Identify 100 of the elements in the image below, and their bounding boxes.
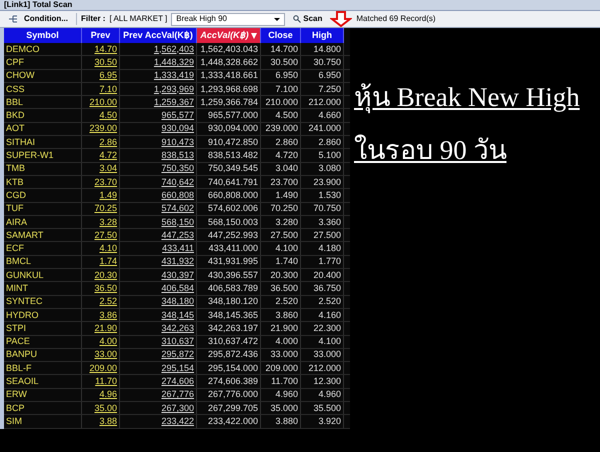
prev-accval-link[interactable]: 965,577: [161, 111, 194, 120]
column-header[interactable]: Close: [261, 28, 301, 43]
prev-link[interactable]: 3.86: [99, 310, 117, 320]
prev-accval-link[interactable]: 274,606: [161, 377, 194, 386]
prev-link[interactable]: 210.00: [89, 98, 117, 107]
prev-link[interactable]: 35.00: [94, 404, 117, 413]
prev-accval-link[interactable]: 740,642: [161, 178, 194, 187]
prev-link[interactable]: 239.00: [89, 124, 117, 134]
prev-accval-link[interactable]: 1,293,969: [154, 84, 194, 94]
high-cell: 2.860: [318, 138, 341, 147]
high-cell: 4.660: [318, 111, 341, 120]
arrow-down-icon: [330, 11, 352, 27]
prev-accval-link[interactable]: 406,584: [161, 284, 194, 293]
prev-accval-link[interactable]: 1,448,329: [154, 58, 194, 67]
high-cell: 6.950: [318, 71, 341, 80]
high-cell: 4.100: [318, 337, 341, 346]
symbol-cell: CGD: [6, 190, 26, 200]
prev-accval-link[interactable]: 310,637: [161, 337, 194, 346]
window-title: [Link1] Total Scan: [4, 1, 72, 9]
prev-link[interactable]: 20.30: [94, 270, 117, 280]
prev-accval-link[interactable]: 233,422: [161, 416, 194, 426]
symbol-cell: BCP: [6, 404, 25, 413]
prev-accval-link[interactable]: 430,397: [161, 270, 194, 280]
column-header[interactable]: High: [301, 28, 344, 43]
symbol-cell: AIRA: [6, 218, 28, 226]
high-cell: 22.300: [313, 324, 341, 333]
prev-link[interactable]: 3.28: [99, 218, 117, 226]
prev-accval-link[interactable]: 568,150: [161, 218, 194, 226]
accval-cell: 574,602.006: [208, 204, 258, 214]
close-cell: 1.740: [275, 257, 298, 266]
accval-cell: 295,872.436: [208, 350, 258, 360]
prev-link[interactable]: 4.00: [99, 337, 117, 346]
prev-accval-link[interactable]: 348,180: [161, 297, 194, 306]
high-cell: 241.000: [308, 124, 341, 134]
prev-accval-link[interactable]: 431,932: [161, 257, 194, 266]
prev-link[interactable]: 4.10: [99, 244, 117, 254]
prev-accval-link[interactable]: 342,263: [161, 324, 194, 333]
prev-link[interactable]: 1.74: [99, 257, 117, 266]
accval-cell: 310,637.472: [208, 337, 258, 346]
prev-link[interactable]: 36.50: [94, 284, 117, 293]
symbol-cell: SIM: [6, 416, 22, 426]
prev-link[interactable]: 14.70: [94, 44, 117, 54]
prev-link[interactable]: 70.25: [94, 204, 117, 214]
prev-accval-link[interactable]: 1,333,419: [154, 71, 194, 80]
accval-cell: 660,808.000: [208, 190, 258, 200]
column-header[interactable]: Symbol: [4, 28, 82, 43]
prev-accval-link[interactable]: 447,253: [161, 230, 194, 240]
column-header[interactable]: Prev AccVal(K฿): [120, 28, 197, 43]
prev-accval-link[interactable]: 574,602: [161, 204, 194, 214]
prev-accval-link[interactable]: 910,473: [161, 138, 194, 147]
column-header[interactable]: AccVal(K฿): [197, 28, 261, 43]
close-cell: 4.960: [275, 390, 298, 400]
prev-link[interactable]: 27.50: [94, 230, 117, 240]
prev-link[interactable]: 3.88: [99, 416, 117, 426]
prev-link[interactable]: 3.04: [99, 164, 117, 174]
high-cell: 30.750: [313, 58, 341, 67]
prev-link[interactable]: 4.96: [99, 390, 117, 400]
prev-link[interactable]: 2.86: [99, 138, 117, 147]
prev-link[interactable]: 21.90: [94, 324, 117, 333]
scan-type-dropdown[interactable]: Break High 90: [171, 12, 286, 26]
prev-link[interactable]: 1.49: [99, 190, 117, 200]
close-cell: 14.700: [270, 44, 298, 54]
prev-accval-link[interactable]: 295,872: [161, 350, 194, 360]
close-cell: 210.000: [265, 98, 298, 107]
prev-accval-link[interactable]: 660,808: [161, 190, 194, 200]
prev-accval-link[interactable]: 1,259,367: [154, 98, 194, 107]
prev-link[interactable]: 4.72: [99, 151, 117, 160]
condition-button[interactable]: Condition...: [4, 12, 72, 26]
prev-accval-link[interactable]: 838,513: [161, 151, 194, 160]
prev-accval-link[interactable]: 348,145: [161, 310, 194, 320]
market-filter: [ ALL MARKET ]: [109, 13, 168, 25]
column-header[interactable]: Prev: [82, 28, 120, 43]
prev-link[interactable]: 2.52: [99, 297, 117, 306]
prev-accval-link[interactable]: 1,562,403: [154, 44, 194, 54]
prev-accval-link[interactable]: 295,154: [161, 364, 194, 373]
accval-cell: 965,577.000: [208, 111, 258, 120]
caption-text: ในรอบ 90 วัน: [354, 137, 508, 164]
close-cell: 21.900: [270, 324, 298, 333]
prev-link[interactable]: 30.50: [94, 58, 117, 67]
prev-accval-link[interactable]: 930,094: [161, 124, 194, 134]
prev-accval-link[interactable]: 267,300: [161, 404, 194, 413]
prev-link[interactable]: 7.10: [99, 84, 117, 94]
high-cell: 70.750: [313, 204, 341, 214]
prev-link[interactable]: 33.00: [94, 350, 117, 360]
symbol-cell: SUPER-W1: [6, 151, 54, 160]
prev-accval-link[interactable]: 433,411: [162, 244, 194, 254]
scan-button[interactable]: Scan: [289, 12, 326, 26]
prev-link[interactable]: 6.95: [99, 71, 117, 80]
prev-link[interactable]: 11.70: [95, 377, 117, 386]
prev-link[interactable]: 209.00: [89, 364, 117, 373]
symbol-cell: BMCL: [6, 257, 32, 266]
prev-accval-link[interactable]: 267,776: [161, 390, 194, 400]
close-cell: 3.280: [275, 218, 298, 226]
symbol-cell: HYDRO: [6, 310, 39, 320]
prev-accval-link[interactable]: 750,350: [161, 164, 194, 174]
filter-label: Filter :: [81, 13, 106, 25]
close-cell: 4.000: [275, 337, 298, 346]
accval-cell: 348,145.365: [208, 310, 258, 320]
prev-link[interactable]: 23.70: [94, 178, 117, 187]
prev-link[interactable]: 4.50: [99, 111, 117, 120]
